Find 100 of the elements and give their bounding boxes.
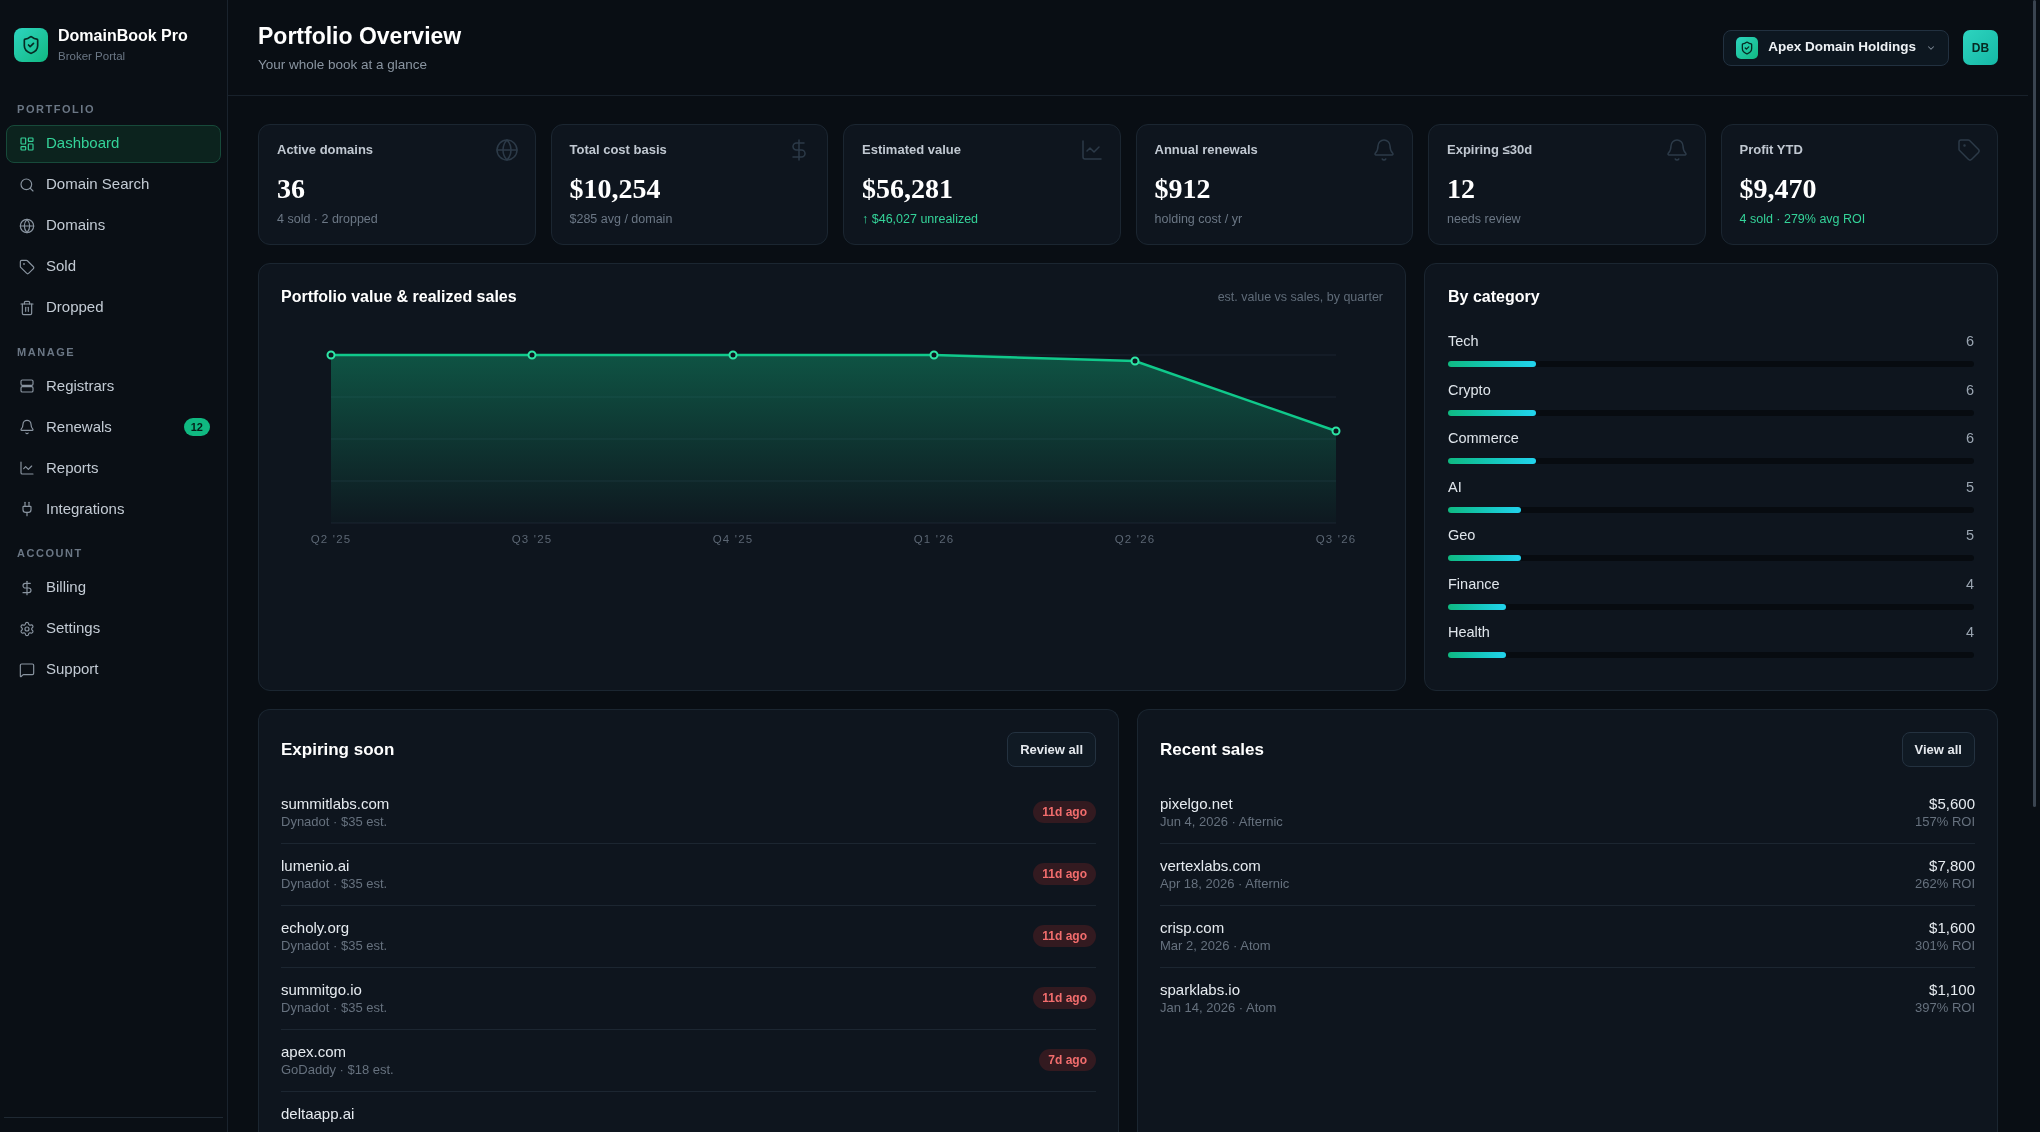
bell-icon bbox=[1372, 138, 1396, 162]
globe-icon bbox=[19, 217, 35, 234]
chart-point bbox=[326, 350, 336, 360]
category-count: 5 bbox=[1965, 526, 1974, 545]
domain-name[interactable]: summitgo.io bbox=[281, 980, 388, 999]
section-label: MANAGE bbox=[16, 344, 77, 359]
domain-name[interactable]: apex.com bbox=[281, 1042, 394, 1061]
sidebar-item[interactable]: Billing bbox=[6, 568, 221, 607]
chart-point bbox=[527, 350, 537, 360]
card-title: Portfolio value & realized sales bbox=[281, 287, 517, 307]
stat-note: 4 sold · 279% avg ROI bbox=[1739, 211, 1867, 227]
chat-bubble-icon bbox=[19, 661, 35, 678]
stat-value: 12 bbox=[1447, 172, 1476, 206]
category-label: Geo bbox=[1448, 526, 1476, 545]
review-all-button[interactable]: Review all bbox=[1007, 732, 1096, 767]
stat-value: $912 bbox=[1154, 172, 1212, 206]
chart-point bbox=[1130, 356, 1140, 366]
domain-detail: Jun 4, 2026 · Afternic bbox=[1160, 813, 1283, 830]
globe-icon bbox=[494, 138, 519, 162]
sidebar-item[interactable]: Registrars bbox=[6, 367, 221, 405]
server-icon bbox=[19, 378, 35, 394]
card-title: Expiring soon bbox=[281, 738, 395, 761]
view-all-button[interactable]: View all bbox=[1901, 732, 1975, 767]
domain-name[interactable]: lumenio.ai bbox=[281, 856, 388, 875]
chart-point bbox=[728, 350, 738, 360]
roi-text: 262% ROI bbox=[1915, 875, 1975, 892]
roi-text: 397% ROI bbox=[1915, 999, 1975, 1016]
category-label: Finance bbox=[1448, 574, 1500, 594]
shield-check-icon bbox=[1736, 36, 1759, 59]
avatar[interactable]: DB bbox=[1963, 30, 1998, 65]
roi-text: 157% ROI bbox=[1915, 813, 1975, 830]
domain-detail: GoDaddy · $18 est. bbox=[281, 1061, 394, 1078]
tag-icon bbox=[1957, 138, 1981, 162]
axis-label: Q2 '25 bbox=[310, 533, 352, 545]
domain-name[interactable]: deltaapp.ai bbox=[281, 1104, 355, 1123]
expiry-badge: 11d ago bbox=[1033, 863, 1096, 885]
sidebar-item[interactable]: Settings bbox=[6, 609, 221, 648]
stat-label: Profit YTD bbox=[1739, 142, 1803, 158]
account-switcher[interactable]: Apex Domain Holdings bbox=[1723, 29, 1949, 66]
search-icon bbox=[19, 176, 35, 193]
stat-value: $10,254 bbox=[569, 172, 662, 206]
domain-name[interactable]: vertexlabs.com bbox=[1160, 856, 1290, 875]
chart-caption: est. value vs sales, by quarter bbox=[1217, 289, 1383, 305]
stat-label: Annual renewals bbox=[1154, 142, 1258, 158]
sidebar-item[interactable]: Renewals 12 bbox=[6, 408, 221, 446]
category-count: 4 bbox=[1965, 623, 1974, 642]
domain-name[interactable]: summitlabs.com bbox=[281, 794, 390, 813]
sidebar-item[interactable]: Dashboard bbox=[6, 124, 221, 163]
tag-icon bbox=[19, 258, 35, 275]
stat-note: $285 avg / domain bbox=[569, 211, 674, 227]
stat-note: 4 sold · 2 dropped bbox=[277, 211, 379, 227]
sidebar-item[interactable]: Sold bbox=[6, 247, 221, 286]
scrollbar-thumb[interactable] bbox=[2032, 0, 2036, 807]
stat-value: $56,281 bbox=[862, 172, 954, 206]
bell-icon bbox=[19, 419, 35, 435]
sidebar-item[interactable]: Dropped bbox=[6, 288, 221, 327]
sidebar-item[interactable]: Domains bbox=[6, 206, 221, 245]
category-label: Crypto bbox=[1448, 380, 1491, 400]
category-count: 5 bbox=[1965, 477, 1974, 497]
stat-label: Expiring ≤30d bbox=[1447, 142, 1533, 158]
dollar-icon bbox=[19, 579, 35, 596]
brand-name: DomainBook Pro bbox=[58, 26, 188, 46]
line-chart-icon bbox=[1079, 138, 1104, 162]
page-title: Portfolio Overview bbox=[258, 21, 462, 50]
sidebar-item[interactable]: Domain Search bbox=[6, 165, 221, 204]
stat-note: holding cost / yr bbox=[1154, 211, 1244, 227]
expiry-badge: 11d ago bbox=[1033, 801, 1096, 823]
category-label: Health bbox=[1448, 623, 1490, 642]
axis-label: Q3 '26 bbox=[1315, 533, 1357, 545]
stat-label: Active domains bbox=[277, 142, 374, 158]
sale-price: $7,800 bbox=[1929, 856, 1975, 875]
stat-value: 36 bbox=[277, 172, 306, 206]
category-label: Commerce bbox=[1448, 429, 1519, 448]
sidebar-item[interactable]: Integrations bbox=[6, 490, 221, 528]
roi-text: 301% ROI bbox=[1915, 937, 1975, 954]
category-count: 6 bbox=[1965, 429, 1974, 448]
plug-icon bbox=[19, 501, 35, 517]
expiry-badge: 11d ago bbox=[1033, 925, 1096, 947]
category-label: Tech bbox=[1448, 332, 1479, 351]
expiry-badge: 11d ago bbox=[1033, 987, 1096, 1009]
sidebar-item[interactable]: Reports bbox=[6, 449, 221, 487]
stat-note: ↑ $46,027 unrealized bbox=[862, 211, 980, 227]
stat-note: needs review bbox=[1447, 211, 1522, 227]
domain-name[interactable]: crisp.com bbox=[1160, 918, 1271, 937]
domain-name[interactable]: sparklabs.io bbox=[1160, 980, 1277, 999]
section-label: ACCOUNT bbox=[16, 546, 84, 560]
card-title: Recent sales bbox=[1160, 738, 1264, 761]
domain-detail: Dynadot · $35 est. bbox=[281, 999, 388, 1016]
trash-icon bbox=[19, 299, 35, 316]
domain-name[interactable]: pixelgo.net bbox=[1160, 794, 1283, 813]
axis-label: Q3 '25 bbox=[511, 533, 553, 545]
domain-detail: Jan 14, 2026 · Atom bbox=[1160, 999, 1277, 1016]
domain-detail: Apr 18, 2026 · Afternic bbox=[1160, 875, 1290, 892]
stat-label: Estimated value bbox=[862, 142, 961, 158]
dashboard-icon bbox=[19, 135, 35, 152]
domain-name[interactable]: echoly.org bbox=[281, 918, 388, 937]
sidebar-item[interactable]: Support bbox=[6, 650, 221, 689]
domain-detail: Dynadot · $35 est. bbox=[281, 937, 388, 954]
axis-label: Q1 '26 bbox=[913, 533, 955, 545]
sale-price: $5,600 bbox=[1929, 794, 1975, 813]
